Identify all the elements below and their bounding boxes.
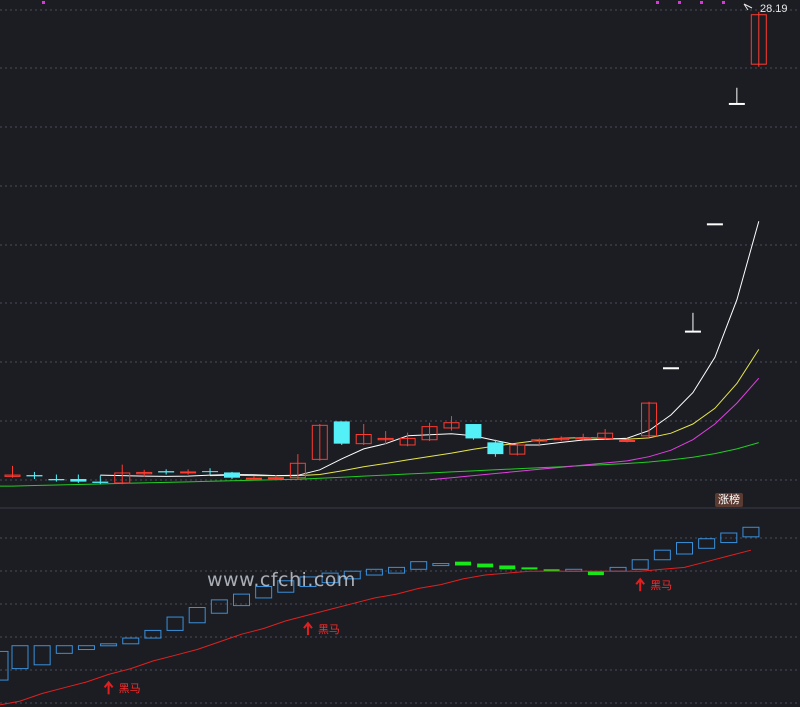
candle <box>355 424 372 445</box>
candle-body <box>202 471 219 473</box>
candle-body <box>70 478 87 482</box>
candle-body <box>706 223 723 226</box>
watermark: www.cfchi.com <box>207 569 356 591</box>
indicator-box <box>698 538 716 549</box>
candle <box>245 476 262 481</box>
signal-arrow-icon <box>303 621 313 636</box>
chart-stage: 28.19 涨榜 www.cfchi.com 黑马 黑马 黑马 <box>0 0 800 707</box>
candle <box>333 421 350 445</box>
candle <box>136 469 153 477</box>
candle <box>114 464 131 485</box>
signal-label: 黑马 <box>118 682 141 696</box>
indicator-box <box>388 566 406 574</box>
marker-dot <box>700 1 703 4</box>
candle <box>421 422 438 442</box>
indicator-line <box>0 549 752 706</box>
candle <box>158 469 175 475</box>
candle <box>663 367 679 370</box>
candle-body <box>333 421 350 444</box>
indicator-box <box>33 645 51 666</box>
candle-body <box>245 477 262 480</box>
candle <box>311 424 328 461</box>
indicator-box <box>432 563 450 567</box>
marker-dot <box>722 1 725 4</box>
candle <box>750 11 767 67</box>
indicator-box <box>166 616 184 631</box>
candle <box>443 416 460 431</box>
candle-body <box>575 437 592 440</box>
indicator-box <box>77 645 95 651</box>
indicator-box <box>455 561 471 566</box>
top-marker-dots <box>42 1 725 4</box>
candlesticks <box>4 11 767 485</box>
candle <box>70 474 87 483</box>
candle-body <box>487 442 504 455</box>
candle <box>202 468 219 475</box>
signal-arrow-icon <box>635 577 645 592</box>
indicator-box <box>676 542 693 555</box>
candle <box>553 436 570 442</box>
grid-lines <box>0 9 800 704</box>
indicator-box <box>144 629 162 639</box>
indicator-box <box>587 571 604 576</box>
candle <box>641 401 658 438</box>
candle <box>465 424 482 440</box>
candle <box>509 443 526 456</box>
candle-body <box>48 478 65 481</box>
indicator-box <box>55 645 73 654</box>
candle <box>180 469 197 475</box>
candle-body <box>180 471 197 474</box>
indicator-box <box>742 526 760 538</box>
indicator-box <box>499 565 516 570</box>
candle-body <box>224 472 240 478</box>
candle-body <box>465 424 482 439</box>
indicator-box <box>100 643 118 647</box>
indicator-box <box>477 563 494 568</box>
candle <box>26 471 43 479</box>
candle-body <box>619 440 636 443</box>
candle-body <box>267 477 284 480</box>
indicator-box <box>720 532 738 544</box>
indicator-box <box>122 637 140 645</box>
candle-body <box>663 367 679 370</box>
candle <box>224 471 240 479</box>
candle <box>399 432 416 447</box>
candle-body <box>684 330 701 333</box>
indicator-trend-line <box>0 549 752 706</box>
indicator-box <box>365 568 383 576</box>
marker-dot <box>656 1 659 4</box>
candle-body <box>158 471 175 473</box>
limit-up-badge: 涨榜 <box>715 493 743 507</box>
indicator-box <box>653 549 671 561</box>
indicator-box <box>188 607 206 624</box>
candle <box>48 474 65 482</box>
last-price-label: 28.19 <box>760 3 788 15</box>
marker-dot <box>42 1 45 4</box>
marker-dot <box>678 1 681 4</box>
indicator-box <box>210 599 228 614</box>
signal-arrow-icon <box>103 680 114 695</box>
candle <box>487 439 504 457</box>
candle <box>597 429 614 440</box>
candlestick-chart <box>0 1 800 706</box>
signal-label: 黑马 <box>317 623 340 637</box>
candle-body <box>92 481 109 483</box>
candle <box>706 223 723 226</box>
indicator-box <box>521 567 538 570</box>
indicator-box <box>631 559 649 570</box>
indicator-box <box>609 566 627 572</box>
candle <box>728 87 745 105</box>
last-price-arrow-icon <box>743 3 753 11</box>
indicator-box <box>0 650 9 681</box>
candle-body <box>26 475 43 477</box>
signal-label: 黑马 <box>650 579 673 593</box>
indicator-box <box>410 561 428 570</box>
moving-average-lines <box>0 221 760 487</box>
candle <box>684 312 701 333</box>
indicator-box <box>11 645 29 670</box>
candle-body <box>728 102 745 105</box>
candle <box>4 465 21 478</box>
